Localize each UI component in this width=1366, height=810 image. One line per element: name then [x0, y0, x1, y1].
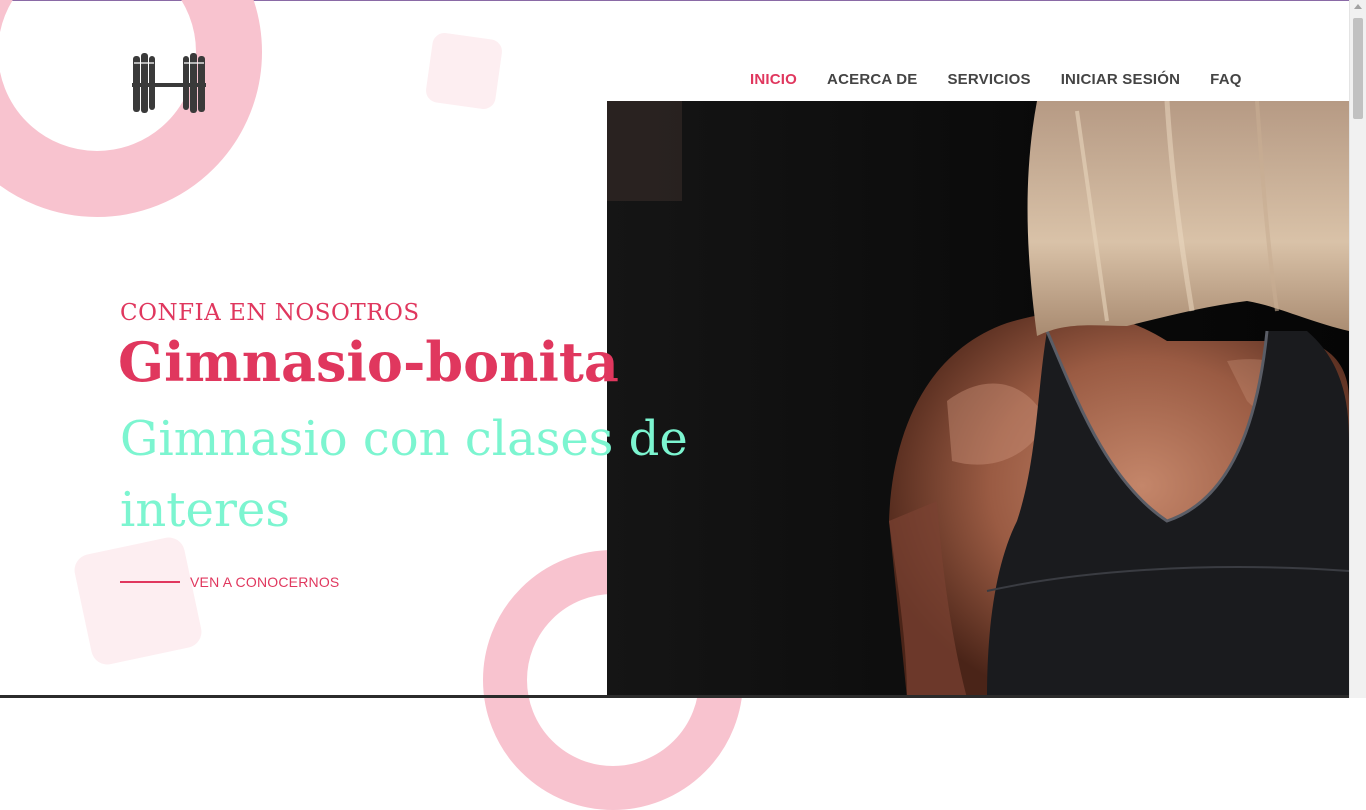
scroll-up-arrow-icon[interactable]	[1354, 4, 1362, 9]
nav-item-faq[interactable]: FAQ	[1195, 68, 1256, 92]
cta-label: VEN A CONOCERNOS	[190, 574, 340, 590]
hero-subtitle: Gimnasio con clases de interes	[120, 411, 688, 538]
vertical-scrollbar[interactable]	[1349, 0, 1366, 698]
nav-item-iniciar-sesion[interactable]: INICIAR SESIÓN	[1046, 68, 1195, 92]
hero-image	[607, 101, 1349, 698]
decorative-square-top	[424, 31, 504, 111]
cta-link[interactable]: VEN A CONOCERNOS	[120, 574, 339, 590]
main-nav: INICIO ACERCA DE SERVICIOS INICIAR SESIÓ…	[735, 68, 1257, 92]
cta-line	[120, 581, 180, 583]
scrollbar-thumb[interactable]	[1353, 18, 1363, 119]
decorative-square-bottom	[71, 534, 205, 668]
hero-title: Gimnasio-bonita	[118, 330, 619, 394]
nav-item-inicio[interactable]: INICIO	[735, 68, 812, 92]
dumbbell-icon[interactable]	[131, 52, 207, 114]
nav-item-acerca-de[interactable]: ACERCA DE	[812, 68, 932, 92]
hero-eyebrow: CONFIA EN NOSOTROS	[120, 300, 420, 326]
nav-item-servicios[interactable]: SERVICIOS	[932, 68, 1045, 92]
